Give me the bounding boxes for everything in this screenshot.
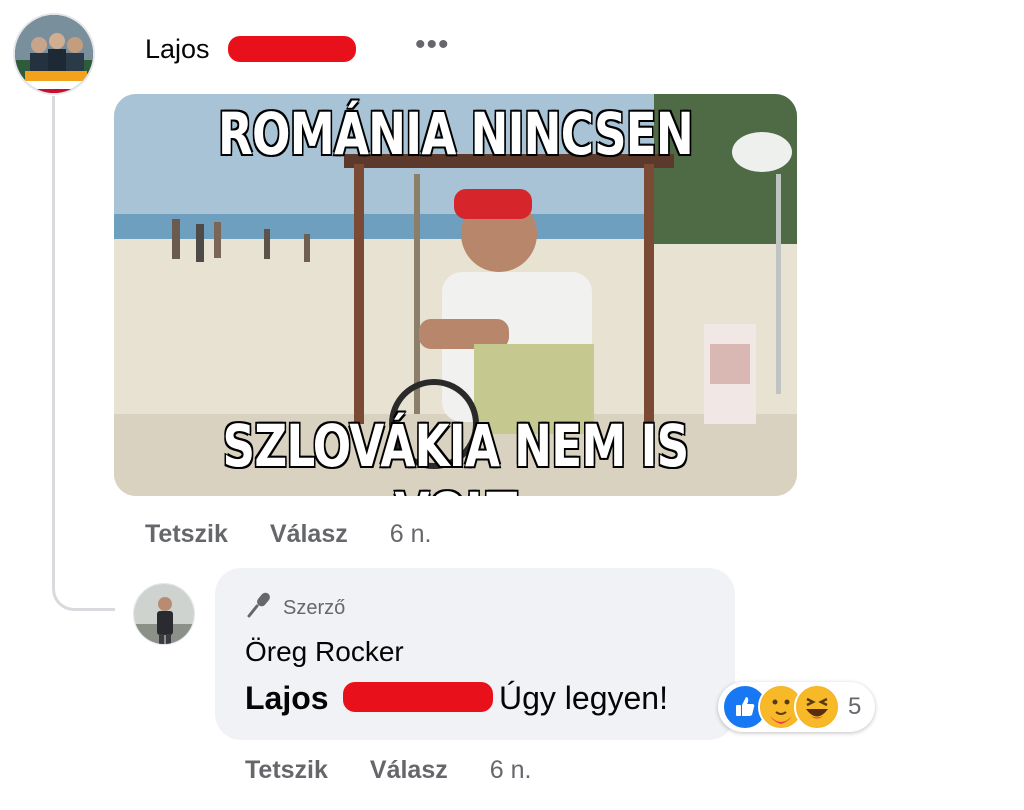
author-badge: Szerző [245,590,345,626]
comment-author-name[interactable]: Lajos [145,34,210,65]
more-options-button[interactable]: ••• [415,30,450,60]
thread-connector-line [52,96,115,611]
like-action[interactable]: Tetszik [245,756,328,785]
meme-bottom-caption: SZLOVÁKIA NEM IS VOLT [222,411,690,496]
meme-image[interactable]: ROMÁNIA NINCSEN SZLOVÁKIA NEM IS VOLT [114,94,797,496]
redaction-mark [343,682,493,712]
comment-timestamp[interactable]: 6 n. [390,520,432,549]
reply-timestamp[interactable]: 6 n. [490,756,532,785]
haha-icon [794,684,840,730]
reaction-count: 5 [848,693,862,720]
like-action[interactable]: Tetszik [145,520,228,549]
meme-top-caption: ROMÁNIA NINCSEN [217,99,694,169]
reply-message: Úgy legyen! [499,680,668,716]
reply-action[interactable]: Válasz [270,520,348,549]
reply-bubble: Szerző Öreg Rocker Lajos Úgy legyen! [215,568,735,740]
microphone-icon [245,590,275,626]
mentioned-user[interactable]: Lajos [245,680,329,716]
redaction-mark [228,36,356,62]
reactions-summary[interactable]: 5 [718,682,876,732]
author-badge-label: Szerző [283,596,346,619]
reply-author-name[interactable]: Öreg Rocker [245,636,404,668]
reply-text: Lajos [245,680,329,717]
comment-actions: Tetszik Válasz 6 n. [145,520,431,549]
reply-action[interactable]: Válasz [370,756,448,785]
reply-actions: Tetszik Válasz 6 n. [245,756,531,785]
avatar[interactable] [13,13,95,95]
reply-avatar[interactable] [133,583,195,645]
